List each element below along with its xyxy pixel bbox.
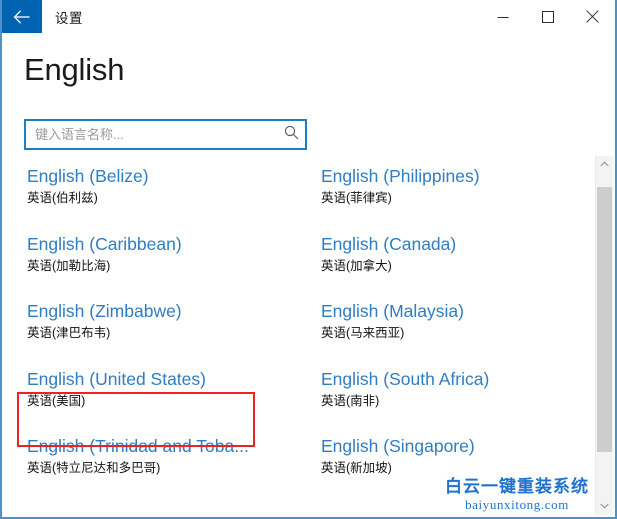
minimize-button[interactable] — [480, 0, 525, 33]
language-item-philippines[interactable]: English (Philippines) 英语(菲律宾) — [300, 156, 596, 224]
language-name-en[interactable]: English (South Africa) — [321, 367, 489, 391]
back-button[interactable] — [2, 0, 42, 33]
language-name-en[interactable]: English (Caribbean) — [27, 232, 182, 256]
language-name-zh: 英语(加拿大) — [321, 257, 596, 276]
language-name-en[interactable]: English (Belize) — [27, 164, 149, 188]
search-button[interactable] — [277, 121, 305, 148]
language-name-zh: 英语(伯利兹) — [27, 189, 300, 208]
table-row: English (Trinidad and Toba... 英语(特立尼达和多巴… — [4, 426, 596, 494]
settings-window: 设置 — [0, 0, 617, 519]
language-name-zh: 英语(美国) — [27, 392, 300, 411]
vertical-scrollbar[interactable] — [595, 156, 613, 515]
language-item-united-states[interactable]: English (United States) 英语(美国) — [4, 359, 300, 427]
table-row: English (United States) 英语(美国) English (… — [4, 359, 596, 427]
language-name-en[interactable]: English (Trinidad and Toba... — [27, 434, 249, 458]
language-item-south-africa[interactable]: English (South Africa) 英语(南非) — [300, 359, 596, 427]
language-name-zh: 英语(特立尼达和多巴哥) — [27, 459, 300, 478]
minimize-icon — [497, 11, 509, 23]
language-item-malaysia[interactable]: English (Malaysia) 英语(马来西亚) — [300, 291, 596, 359]
language-name-zh: 英语(菲律宾) — [321, 189, 596, 208]
language-name-zh: 英语(加勒比海) — [27, 257, 300, 276]
scroll-up-button[interactable] — [596, 156, 613, 173]
language-item-zimbabwe[interactable]: English (Zimbabwe) 英语(津巴布韦) — [4, 291, 300, 359]
chevron-up-icon — [600, 160, 609, 169]
scrollbar-thumb[interactable] — [597, 187, 612, 452]
language-list-region: 英语(爱尔兰) 英语(澳大利亚) English (Belize) 英语(伯利兹… — [4, 156, 613, 515]
language-name-zh: 英语(马来西亚) — [321, 324, 596, 343]
language-item-singapore[interactable]: English (Singapore) 英语(新加坡) — [300, 426, 596, 494]
window-controls — [480, 0, 615, 33]
language-item-caribbean[interactable]: English (Caribbean) 英语(加勒比海) — [4, 224, 300, 292]
close-button[interactable] — [570, 0, 615, 33]
window-title: 设置 — [55, 0, 83, 33]
title-bar: 设置 — [2, 0, 615, 33]
close-icon — [586, 10, 599, 23]
search-input[interactable] — [26, 121, 277, 148]
table-row: English (Caribbean) 英语(加勒比海) English (Ca… — [4, 224, 596, 292]
language-name-en[interactable]: English (Singapore) — [321, 434, 475, 458]
language-name-en[interactable]: English (United States) — [27, 367, 206, 391]
language-name-en[interactable]: English (Canada) — [321, 232, 456, 256]
table-row: English (Belize) 英语(伯利兹) English (Philip… — [4, 156, 596, 224]
language-name-en[interactable]: English (Philippines) — [321, 164, 480, 188]
chevron-down-icon — [600, 502, 609, 511]
language-name-en[interactable]: English (Malaysia) — [321, 299, 464, 323]
maximize-button[interactable] — [525, 0, 570, 33]
arrow-left-icon — [13, 10, 32, 24]
language-name-zh: 英语(津巴布韦) — [27, 324, 300, 343]
search-box[interactable] — [24, 119, 307, 150]
scrollbar-track[interactable] — [596, 173, 613, 498]
language-list: 英语(爱尔兰) 英语(澳大利亚) English (Belize) 英语(伯利兹… — [4, 156, 596, 494]
language-name-zh: 英语(新加坡) — [321, 459, 596, 478]
language-list-viewport: 英语(爱尔兰) 英语(澳大利亚) English (Belize) 英语(伯利兹… — [4, 156, 596, 515]
language-name-zh: 英语(南非) — [321, 392, 596, 411]
titlebar-drag-area[interactable] — [83, 0, 480, 33]
scroll-down-button[interactable] — [596, 498, 613, 515]
language-item-trinidad-and-tobago[interactable]: English (Trinidad and Toba... 英语(特立尼达和多巴… — [4, 426, 300, 494]
language-item-belize[interactable]: English (Belize) 英语(伯利兹) — [4, 156, 300, 224]
maximize-icon — [542, 11, 554, 23]
page-title: English — [24, 52, 124, 88]
language-item-canada[interactable]: English (Canada) 英语(加拿大) — [300, 224, 596, 292]
language-name-en[interactable]: English (Zimbabwe) — [27, 299, 182, 323]
table-row: English (Zimbabwe) 英语(津巴布韦) English (Mal… — [4, 291, 596, 359]
search-icon — [284, 125, 299, 145]
